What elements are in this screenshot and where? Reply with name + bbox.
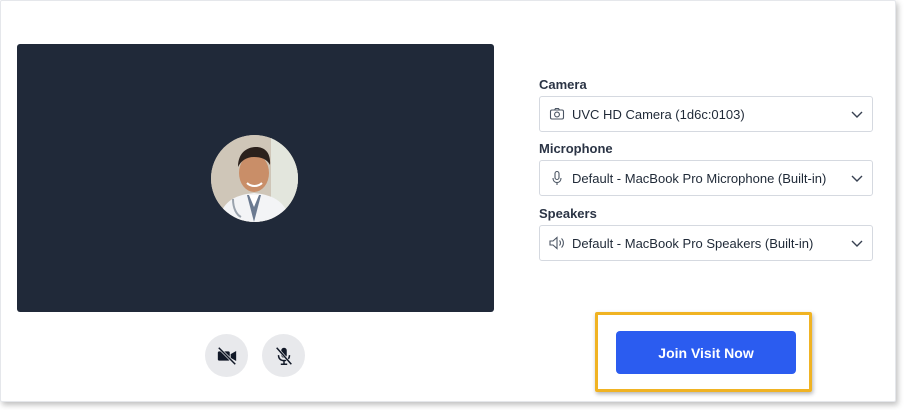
microphone-icon xyxy=(548,169,566,187)
camera-select-value: UVC HD Camera (1d6c:0103) xyxy=(572,106,745,122)
microphone-select-value: Default - MacBook Pro Microphone (Built-… xyxy=(572,170,827,186)
microphone-label: Microphone xyxy=(539,141,613,156)
chevron-down-icon xyxy=(851,175,863,182)
speakers-select-value: Default - MacBook Pro Speakers (Built-in… xyxy=(572,235,814,251)
camera-label: Camera xyxy=(539,77,587,92)
speakers-label: Speakers xyxy=(539,206,597,221)
doctor-avatar-image xyxy=(211,135,298,222)
toggle-microphone-button[interactable] xyxy=(262,334,305,377)
microphone-select[interactable]: Default - MacBook Pro Microphone (Built-… xyxy=(539,160,873,196)
mic-off-icon xyxy=(275,346,292,365)
camera-select[interactable]: UVC HD Camera (1d6c:0103) xyxy=(539,96,873,132)
join-visit-button[interactable]: Join Visit Now xyxy=(616,331,796,374)
chevron-down-icon xyxy=(851,111,863,118)
camera-icon xyxy=(548,105,566,123)
visit-setup-card: Camera UVC HD Camera (1d6c:0103) Microph… xyxy=(0,0,896,402)
chevron-down-icon xyxy=(851,240,863,247)
speakers-select[interactable]: Default - MacBook Pro Speakers (Built-in… xyxy=(539,225,873,261)
avatar xyxy=(211,135,298,222)
video-preview xyxy=(17,44,494,312)
video-off-icon xyxy=(217,346,236,365)
toggle-camera-button[interactable] xyxy=(205,334,248,377)
speaker-icon xyxy=(548,234,566,252)
